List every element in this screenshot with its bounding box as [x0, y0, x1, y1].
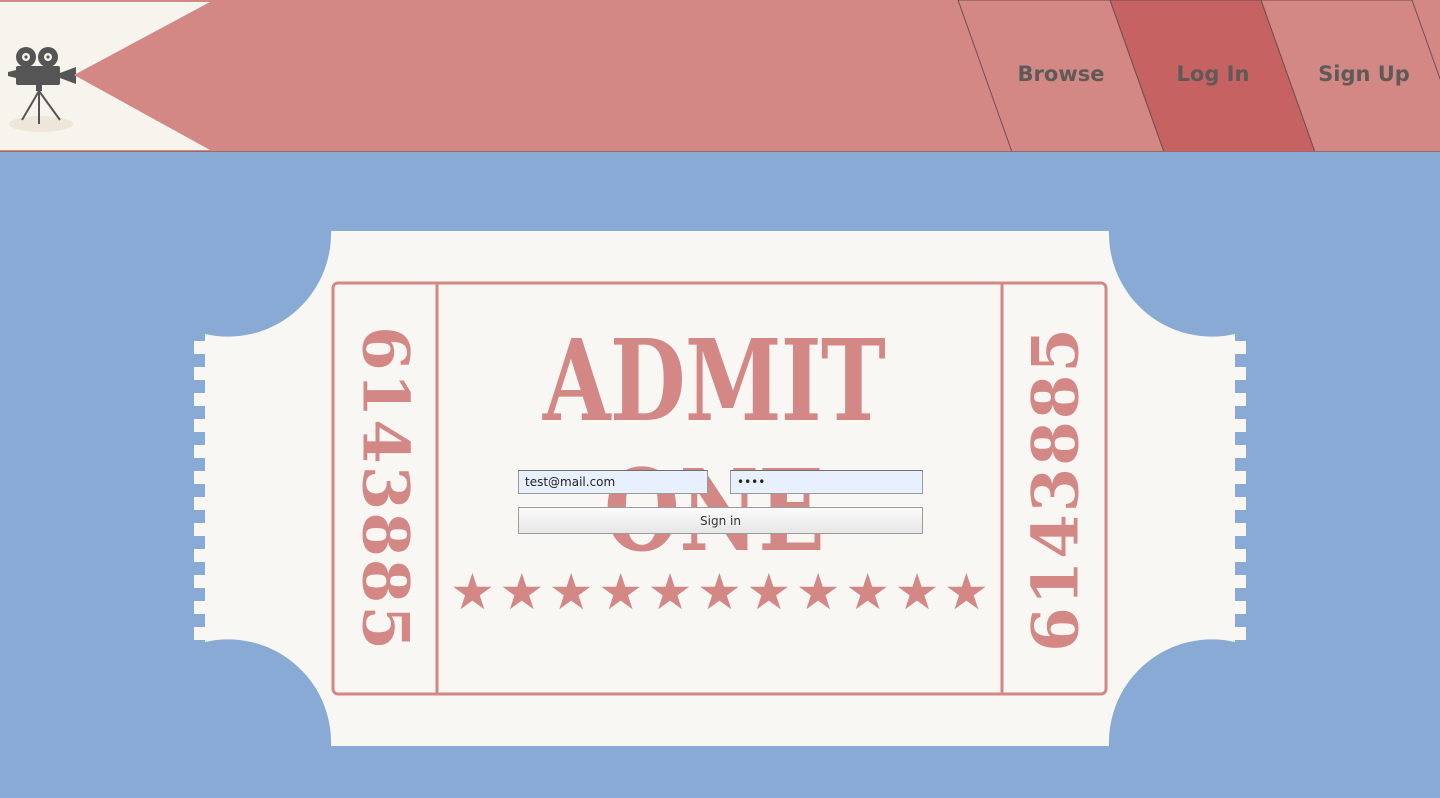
star-icon: ★ [894, 563, 940, 621]
movie-camera-icon [8, 47, 76, 132]
star-icon: ★ [598, 563, 644, 621]
star-icon: ★ [548, 563, 594, 621]
admit-one-ticket: 6143885 6143885 ADMIT ONE Sign in ★★★★★★… [192, 231, 1248, 746]
nav-tabs: Browse Log In Sign Up [950, 0, 1440, 152]
nav-browse-link[interactable]: Browse [996, 62, 1126, 86]
star-icon: ★ [647, 563, 693, 621]
star-icon: ★ [845, 563, 891, 621]
star-icon: ★ [450, 563, 495, 621]
nav-signup-link[interactable]: Sign Up [1299, 62, 1429, 86]
password-field[interactable] [730, 470, 923, 494]
star-icon: ★ [499, 563, 545, 621]
star-icon: ★ [746, 563, 792, 621]
email-field[interactable] [518, 470, 708, 494]
serial-number-right: 6143885 [1018, 326, 1094, 652]
admit-one-headline: ADMIT ONE [542, 316, 886, 577]
serial-number-left: 6143885 [347, 326, 423, 652]
star-icon: ★ [795, 563, 841, 621]
brand-title: Movie Tracker [122, 48, 216, 102]
top-navigation-bar: Movie Tracker Browse Log In Sign Up [0, 0, 1440, 152]
logo-panel[interactable]: Movie Tracker [0, 2, 210, 150]
sign-in-button[interactable]: Sign in [518, 507, 923, 534]
header-divider [0, 151, 1440, 152]
nav-login-link[interactable]: Log In [1148, 62, 1278, 86]
star-row: ★ ★ ★ ★ ★ ★ ★ ★ ★ ★ ★ [450, 567, 990, 617]
star-icon: ★ [697, 563, 742, 621]
star-icon: ★ [944, 563, 989, 621]
